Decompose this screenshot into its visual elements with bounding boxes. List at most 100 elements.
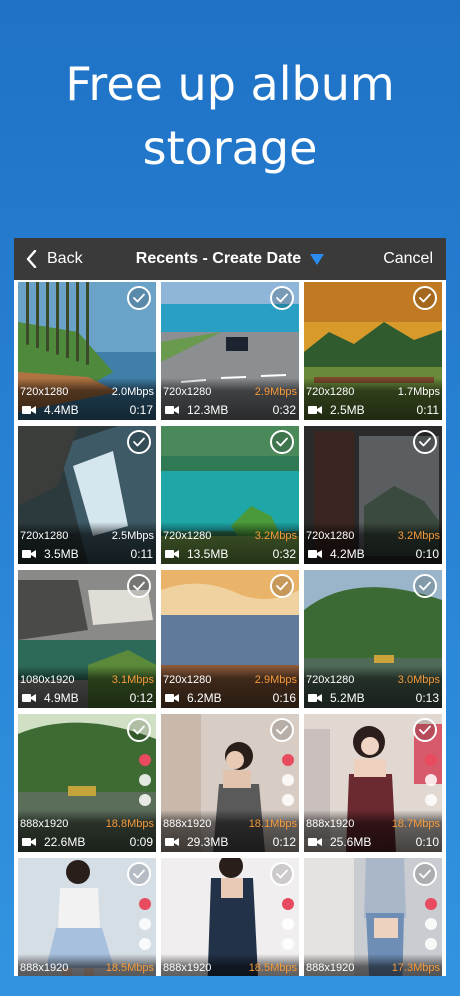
bitrate-label: 3.0Mbps bbox=[397, 674, 440, 686]
video-tile[interactable]: 888x1920 18.1Mbps 29.3MB 0:12 bbox=[161, 714, 299, 852]
file-size: 25.6MB bbox=[308, 835, 371, 849]
bitrate-label: 18.1Mbps bbox=[248, 818, 297, 830]
social-icons-overlay bbox=[280, 754, 296, 814]
file-size-value: 2.5MB bbox=[330, 403, 365, 417]
resolution-label: 720x1280 bbox=[20, 386, 69, 398]
file-size: 6.2MB bbox=[165, 691, 222, 705]
resolution-label: 888x1920 bbox=[306, 962, 355, 974]
video-grid: 720x1280 2.0Mbps 4.4MB 0:17 720x1280 2.9Mbps 1… bbox=[18, 282, 442, 976]
bitrate-label: 1.7Mbps bbox=[397, 386, 440, 398]
video-camera-icon bbox=[308, 406, 322, 414]
duration-label: 0:32 bbox=[272, 403, 296, 417]
bitrate-label: 18.8Mbps bbox=[105, 818, 154, 830]
duration-label: 0:10 bbox=[415, 835, 439, 849]
resolution-label: 720x1280 bbox=[20, 530, 69, 542]
checkmark-icon bbox=[276, 725, 288, 735]
video-camera-icon bbox=[165, 694, 179, 702]
select-checkbox[interactable] bbox=[413, 574, 437, 598]
checkmark-icon bbox=[133, 293, 145, 303]
select-checkbox[interactable] bbox=[270, 430, 294, 454]
bitrate-label: 2.9Mbps bbox=[254, 386, 297, 398]
file-size: 2.5MB bbox=[308, 403, 365, 417]
file-size-value: 3.5MB bbox=[44, 547, 79, 561]
file-size-value: 5.2MB bbox=[330, 691, 365, 705]
cancel-button[interactable]: Cancel bbox=[383, 238, 433, 280]
select-checkbox[interactable] bbox=[127, 430, 151, 454]
select-checkbox[interactable] bbox=[270, 718, 294, 742]
select-checkbox[interactable] bbox=[413, 430, 437, 454]
video-camera-icon bbox=[308, 694, 322, 702]
social-icons-overlay bbox=[137, 898, 153, 958]
duration-label: 0:17 bbox=[129, 403, 153, 417]
video-tile[interactable]: 720x1280 1.7Mbps 2.5MB 0:11 bbox=[304, 282, 442, 420]
bitrate-label: 2.9Mbps bbox=[254, 674, 297, 686]
file-size-value: 6.2MB bbox=[187, 691, 222, 705]
video-tile[interactable]: 720x1280 2.9Mbps 6.2MB 0:16 bbox=[161, 570, 299, 708]
video-tile[interactable]: 720x1280 2.0Mbps 4.4MB 0:17 bbox=[18, 282, 156, 420]
select-checkbox[interactable] bbox=[270, 574, 294, 598]
bitrate-label: 3.2Mbps bbox=[254, 530, 297, 542]
resolution-label: 720x1280 bbox=[163, 674, 212, 686]
resolution-label: 720x1280 bbox=[306, 386, 355, 398]
select-checkbox[interactable] bbox=[270, 286, 294, 310]
triangle-down-icon bbox=[310, 253, 325, 265]
resolution-label: 720x1280 bbox=[163, 530, 212, 542]
video-camera-icon bbox=[308, 838, 322, 846]
headline-line-1: Free up album bbox=[65, 57, 395, 111]
duration-label: 0:13 bbox=[415, 691, 439, 705]
video-tile[interactable]: 720x1280 3.2Mbps 13.5MB 0:32 bbox=[161, 426, 299, 564]
file-size: 5.2MB bbox=[308, 691, 365, 705]
album-sort-selector[interactable]: Recents - Create Date bbox=[14, 238, 446, 280]
video-camera-icon bbox=[165, 550, 179, 558]
file-size-value: 22.6MB bbox=[44, 835, 86, 849]
select-checkbox[interactable] bbox=[127, 286, 151, 310]
video-tile[interactable]: 888x1920 17.3Mbps bbox=[304, 858, 442, 976]
file-size: 22.6MB bbox=[22, 835, 85, 849]
select-checkbox[interactable] bbox=[127, 862, 151, 886]
checkmark-icon bbox=[133, 869, 145, 879]
bitrate-label: 3.2Mbps bbox=[397, 530, 440, 542]
video-tile[interactable]: 1080x1920 3.1Mbps 4.9MB 0:12 bbox=[18, 570, 156, 708]
bitrate-label: 2.0Mbps bbox=[111, 386, 154, 398]
video-camera-icon bbox=[308, 550, 322, 558]
video-tile[interactable]: 720x1280 3.0Mbps 5.2MB 0:13 bbox=[304, 570, 442, 708]
social-icons-overlay bbox=[423, 898, 439, 958]
select-checkbox[interactable] bbox=[270, 862, 294, 886]
file-size: 3.5MB bbox=[22, 547, 79, 561]
video-camera-icon bbox=[165, 406, 179, 414]
select-checkbox[interactable] bbox=[413, 286, 437, 310]
video-tile[interactable]: 888x1920 18.7Mbps 25.6MB 0:10 bbox=[304, 714, 442, 852]
select-checkbox[interactable] bbox=[127, 574, 151, 598]
file-size: 4.9MB bbox=[22, 691, 79, 705]
select-checkbox[interactable] bbox=[413, 718, 437, 742]
video-tile[interactable]: 888x1920 18.5Mbps bbox=[18, 858, 156, 976]
bitrate-label: 2.5Mbps bbox=[111, 530, 154, 542]
video-tile[interactable]: 720x1280 2.5Mbps 3.5MB 0:11 bbox=[18, 426, 156, 564]
nav-bar: Back Recents - Create Date Cancel bbox=[14, 238, 446, 280]
checkmark-icon bbox=[419, 725, 431, 735]
checkmark-icon bbox=[276, 869, 288, 879]
file-size-value: 4.4MB bbox=[44, 403, 79, 417]
file-size-value: 12.3MB bbox=[187, 403, 229, 417]
video-camera-icon bbox=[22, 406, 36, 414]
promo-headline: Free up album storage bbox=[0, 52, 460, 180]
resolution-label: 888x1920 bbox=[163, 962, 212, 974]
video-tile[interactable]: 720x1280 3.2Mbps 4.2MB 0:10 bbox=[304, 426, 442, 564]
headline-line-2: storage bbox=[142, 121, 318, 175]
checkmark-icon bbox=[276, 293, 288, 303]
duration-label: 0:10 bbox=[415, 547, 439, 561]
video-tile[interactable]: 888x1920 18.8Mbps 22.6MB 0:09 bbox=[18, 714, 156, 852]
video-tile[interactable]: 720x1280 2.9Mbps 12.3MB 0:32 bbox=[161, 282, 299, 420]
video-tile[interactable]: 888x1920 18.5Mbps bbox=[161, 858, 299, 976]
file-size-value: 29.3MB bbox=[187, 835, 229, 849]
resolution-label: 720x1280 bbox=[163, 386, 212, 398]
file-size: 4.4MB bbox=[22, 403, 79, 417]
resolution-label: 720x1280 bbox=[306, 674, 355, 686]
select-checkbox[interactable] bbox=[127, 718, 151, 742]
resolution-label: 888x1920 bbox=[306, 818, 355, 830]
resolution-label: 1080x1920 bbox=[20, 674, 75, 686]
select-checkbox[interactable] bbox=[413, 862, 437, 886]
social-icons-overlay bbox=[280, 898, 296, 958]
checkmark-icon bbox=[419, 293, 431, 303]
checkmark-icon bbox=[419, 581, 431, 591]
